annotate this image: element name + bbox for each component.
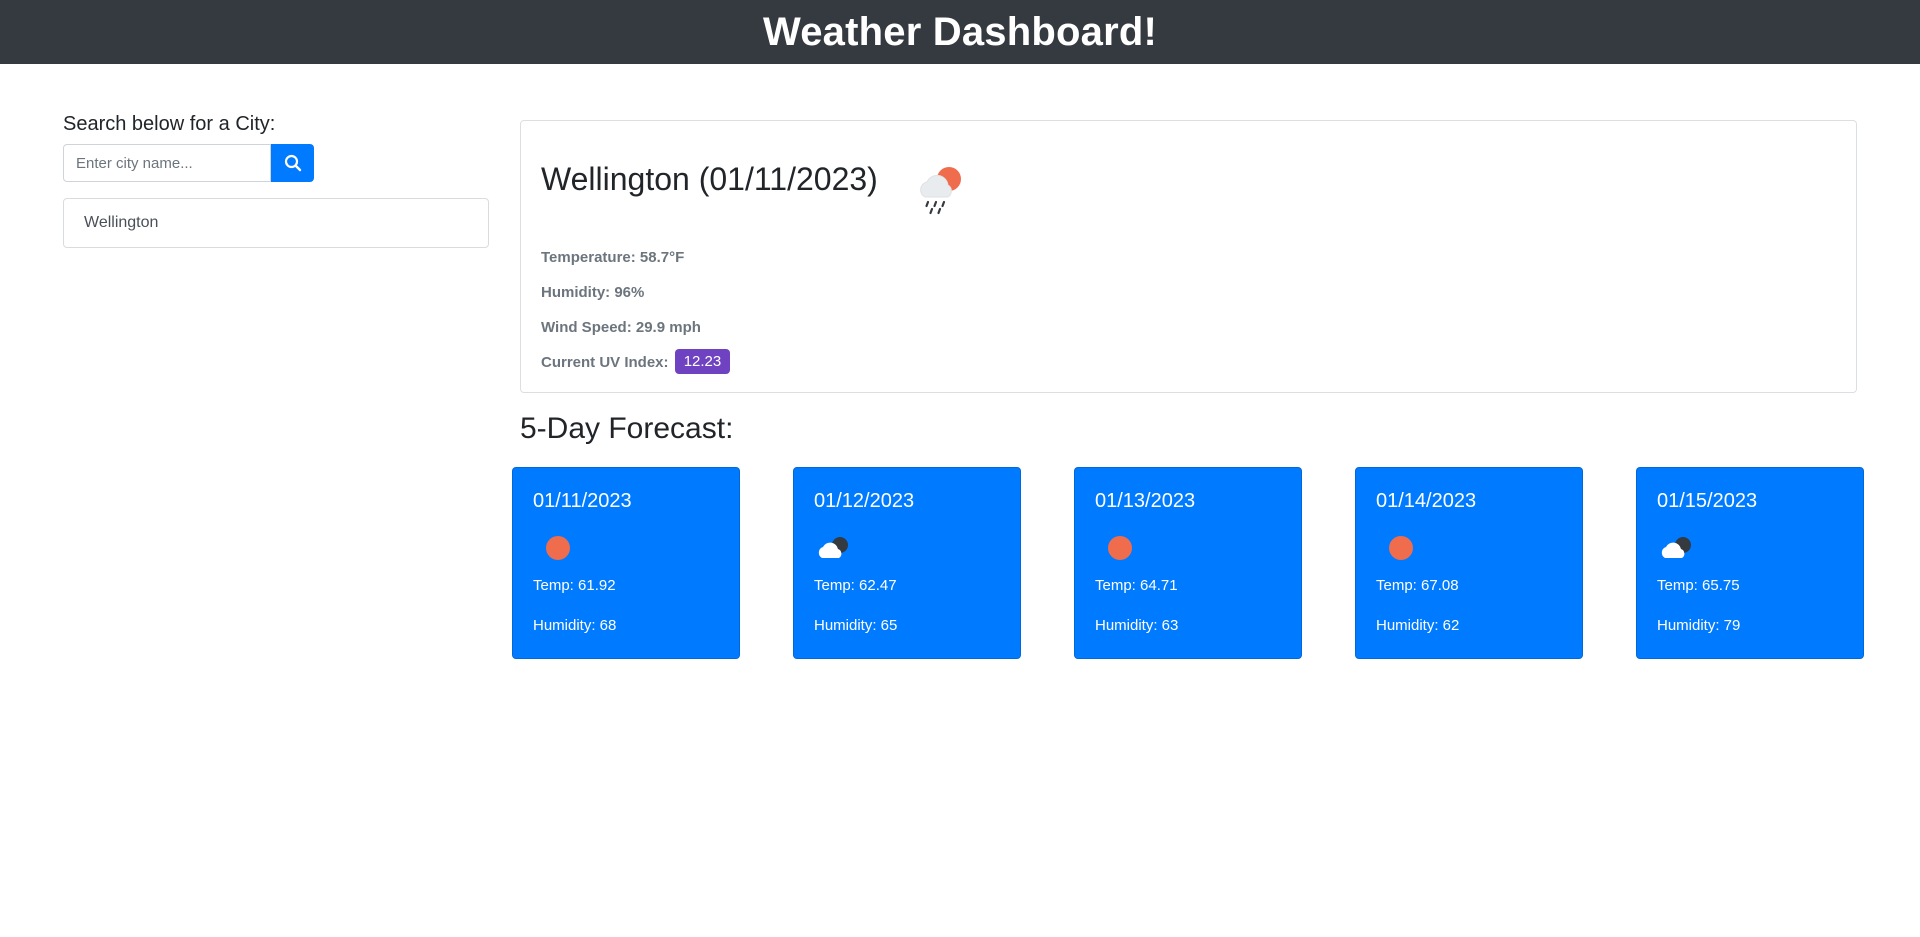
current-temperature: Temperature: 58.7°F	[541, 249, 685, 266]
forecast-date: 01/14/2023	[1376, 490, 1477, 512]
current-city-title: Wellington (01/11/2023)	[541, 161, 878, 197]
forecast-temp: Temp: 65.75	[1657, 577, 1740, 594]
forecast-date: 01/11/2023	[533, 490, 632, 512]
page-title: Weather Dashboard!	[762, 9, 1158, 54]
search-history-list: Wellington	[63, 198, 489, 248]
search-icon	[284, 154, 301, 172]
sun-icon	[1108, 536, 1132, 560]
forecast-card: 01/14/2023 Temp: 67.08 Humidity: 62	[1355, 467, 1583, 659]
forecast-date: 01/15/2023	[1657, 490, 1758, 512]
forecast-date: 01/12/2023	[814, 490, 915, 512]
search-button[interactable]	[271, 144, 314, 182]
current-wind-speed: Wind Speed: 29.9 mph	[541, 319, 701, 336]
rain-sun-icon	[920, 167, 961, 215]
forecast-card: 01/11/2023 Temp: 61.92 Humidity: 68	[512, 467, 740, 659]
current-uv-row: Current UV Index: 12.23	[541, 349, 731, 375]
sun-icon	[546, 536, 570, 560]
forecast-card: 01/13/2023 Temp: 64.71 Humidity: 63	[1074, 467, 1302, 659]
uv-label: Current UV Index:	[541, 354, 669, 371]
current-humidity: Humidity: 96%	[541, 284, 645, 301]
forecast-card: 01/15/2023 Temp: 65.75 Humidity: 79	[1636, 467, 1864, 659]
forecast-card: 01/12/2023 Temp: 62.47 Humidity: 65	[793, 467, 1021, 659]
history-item[interactable]: Wellington	[63, 198, 489, 248]
forecast-date: 01/13/2023	[1095, 490, 1196, 512]
search-form	[63, 144, 314, 182]
search-input[interactable]	[63, 144, 271, 182]
forecast-temp: Temp: 62.47	[814, 577, 897, 594]
forecast-humidity: Humidity: 65	[814, 617, 898, 634]
current-title-row: Wellington (01/11/2023)	[541, 161, 878, 198]
forecast-temp: Temp: 61.92	[533, 577, 616, 594]
forecast-humidity: Humidity: 79	[1657, 617, 1741, 634]
history-item-label: Wellington	[84, 214, 159, 231]
forecast-temp: Temp: 67.08	[1376, 577, 1459, 594]
weather-dashboard-page: Weather Dashboard! Search below for a Ci…	[0, 0, 1920, 937]
cloud-night-icon	[1661, 537, 1691, 558]
uv-index-badge: 12.23	[674, 349, 731, 374]
forecast-humidity: Humidity: 63	[1095, 617, 1179, 634]
search-label: Search below for a City:	[63, 113, 276, 135]
cloud-night-icon	[818, 537, 848, 558]
forecast-title: 5-Day Forecast:	[520, 412, 734, 445]
forecast-humidity: Humidity: 68	[533, 617, 617, 634]
current-weather-card: Wellington (01/11/2023) Temperature: 58.…	[520, 120, 1857, 393]
app-header: Weather Dashboard!	[0, 0, 1920, 64]
forecast-temp: Temp: 64.71	[1095, 577, 1178, 594]
forecast-humidity: Humidity: 62	[1376, 617, 1460, 634]
sun-icon	[1389, 536, 1413, 560]
